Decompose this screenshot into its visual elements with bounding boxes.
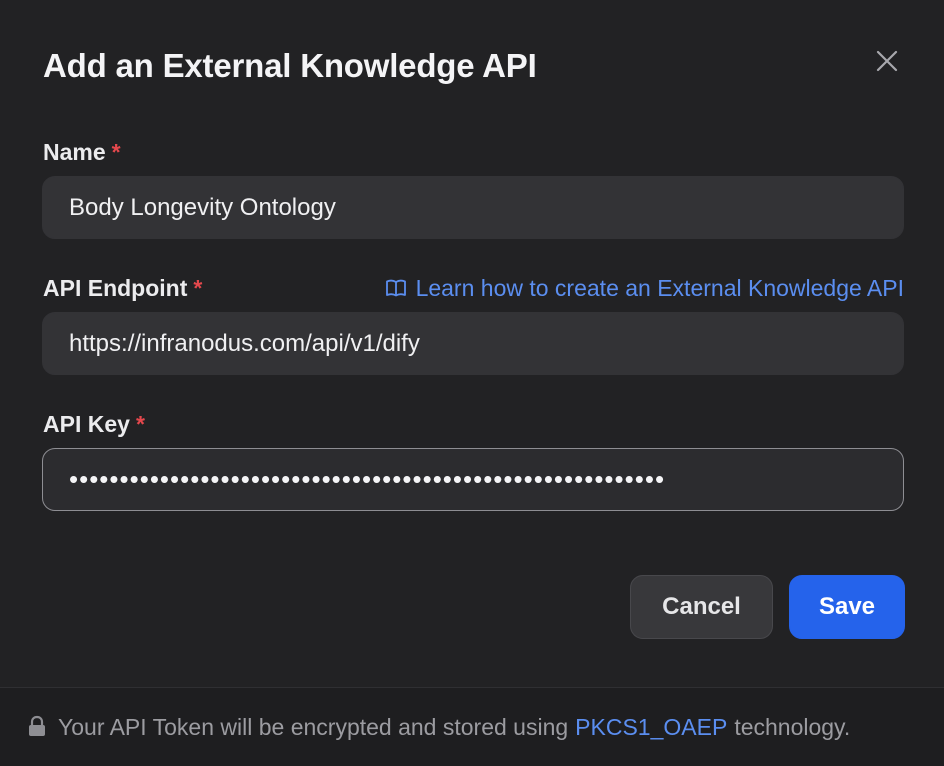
cancel-button[interactable]: Cancel (630, 575, 773, 639)
api-endpoint-label: API Endpoint * (43, 273, 202, 303)
book-icon (385, 277, 407, 299)
name-label-text: Name (43, 139, 106, 165)
encryption-notice: Your API Token will be encrypted and sto… (0, 687, 944, 766)
api-key-input[interactable] (42, 448, 904, 511)
required-mark: * (135, 411, 145, 437)
lock-icon (27, 715, 47, 737)
name-label: Name * (43, 137, 121, 167)
required-mark: * (111, 139, 121, 165)
api-key-label-text: API Key (43, 411, 130, 437)
learn-link-text: Learn how to create an External Knowledg… (415, 275, 904, 301)
dialog-title: Add an External Knowledge API (43, 47, 537, 84)
name-input[interactable] (42, 176, 904, 239)
save-button[interactable]: Save (789, 575, 905, 639)
api-key-label: API Key * (43, 409, 145, 439)
notice-text-before: Your API Token will be encrypted and sto… (58, 713, 569, 740)
notice-text-after: technology. (734, 713, 851, 740)
close-icon (876, 50, 898, 72)
external-knowledge-api-dialog: Add an External Knowledge API Name* API … (0, 0, 944, 766)
api-endpoint-input[interactable] (42, 312, 904, 375)
close-button[interactable] (868, 42, 906, 80)
api-endpoint-label-text: API Endpoint (43, 275, 188, 301)
pkcs-link[interactable]: PKCS1_OAEP (575, 714, 727, 741)
learn-external-api-link[interactable]: Learn how to create an External Knowledg… (385, 273, 904, 303)
required-mark: * (193, 275, 203, 301)
